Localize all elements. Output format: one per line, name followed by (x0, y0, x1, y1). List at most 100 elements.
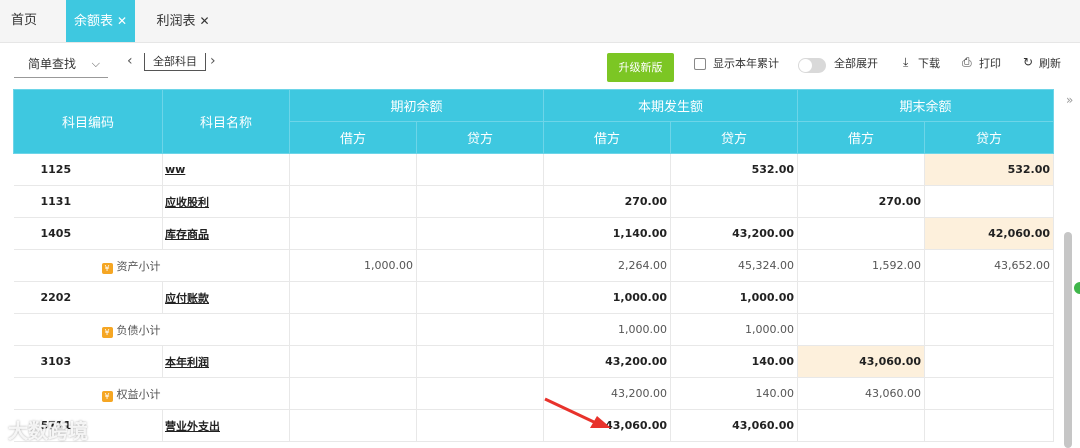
table-row: 1131 应收股利 270.00 270.00 (13, 185, 1055, 218)
col-header-name: 科目名称 (162, 89, 290, 154)
col-header-current-debit: 借方 (543, 121, 672, 154)
refresh-icon[interactable]: ↻ (1023, 55, 1033, 69)
print-button[interactable]: 打印 (979, 56, 1001, 72)
amount-cell-cc: 1,000.00 (670, 281, 799, 314)
table-header: 科目编码 科目名称 期初余额 本期发生额 期末余额 借方 贷方 借方 贷方 借方… (13, 89, 1055, 154)
subject-scope-select[interactable]: 全部科目 (144, 53, 206, 71)
subtotal-row: ¥ 资产小计 1,000.00 2,264.00 45,324.00 1,592.00 43… (13, 249, 1055, 282)
amount-cell-cd (543, 153, 672, 186)
col-header-closing-credit: 贷方 (924, 121, 1055, 154)
amount-cell-ec: 532.00 (924, 153, 1055, 186)
amount-cell-ed: 270.00 (797, 185, 926, 218)
amount-cell-oc (416, 217, 545, 250)
collapse-panel-icon[interactable]: » (1066, 93, 1073, 107)
table-row: 3103 本年利润 43,200.00 140.00 43,060.00 (13, 345, 1055, 378)
vertical-scrollbar[interactable] (1064, 232, 1072, 448)
amount-cell-ed: 43,060.00 (797, 345, 926, 378)
amount-cell-ed (797, 409, 926, 442)
amount-cell-ed (797, 153, 926, 186)
amount-cell-oc (416, 281, 545, 314)
account-name-link[interactable]: 库存商品 (162, 217, 290, 250)
col-header-current-credit: 贷方 (670, 121, 799, 154)
subtotal-row: ¥ 权益小计 43,200.00 140.00 43,060.00 (13, 377, 1055, 410)
search-mode-select[interactable]: 简单查找 ⌵ (14, 51, 108, 78)
tab-label: 利润表 (156, 14, 196, 29)
amount-cell-ec (924, 345, 1055, 378)
table-body: 1125 ww 532.00 532.00 1131 应收股利 270.00 270.00 14… (13, 153, 1055, 442)
table-row: 2202 应付账款 1,000.00 1,000.00 (13, 281, 1055, 314)
amount-cell-ec: 42,060.00 (924, 217, 1055, 250)
close-icon[interactable]: ✕ (117, 14, 127, 28)
tab-label: 首页 (10, 13, 37, 28)
amount-cell-od (289, 217, 417, 250)
table-row: 1405 库存商品 1,140.00 43,200.00 42,060.00 (13, 217, 1055, 250)
amount-cell-od: 1,000.00 (289, 249, 417, 282)
amount-cell-oc (416, 409, 545, 442)
subtotal-icon: ¥ (101, 262, 113, 274)
amount-cell-oc (416, 185, 545, 218)
prev-arrow-icon[interactable]: ‹ (127, 51, 133, 71)
subtotal-label: 资产小计 (116, 259, 161, 273)
amount-cell-cc: 43,060.00 (670, 409, 799, 442)
account-code: 2202 (13, 281, 163, 314)
tab-balance-sheet[interactable]: 余额表 ✕ (66, 0, 135, 42)
account-name-link[interactable]: 本年利润 (162, 345, 290, 378)
download-icon[interactable]: ⤓ (903, 55, 908, 70)
refresh-button[interactable]: 刷新 (1039, 56, 1061, 72)
amount-cell-cd: 43,200.00 (543, 377, 672, 410)
account-code: 3103 (13, 345, 163, 378)
amount-cell-cc: 45,324.00 (670, 249, 799, 282)
col-header-closing-debit: 借方 (797, 121, 926, 154)
balance-table-container: 科目编码 科目名称 期初余额 本期发生额 期末余额 借方 贷方 借方 贷方 借方… (13, 89, 1060, 448)
amount-cell-cd: 1,000.00 (543, 281, 672, 314)
tab-profit-statement[interactable]: 利润表 ✕ (148, 0, 218, 42)
amount-cell-cc (670, 185, 799, 218)
subject-scope-label: 全部科目 (153, 55, 197, 68)
amount-cell-oc (416, 345, 545, 378)
amount-cell-ed: 1,592.00 (797, 249, 926, 282)
search-mode-label: 简单查找 (28, 57, 77, 71)
subtotal-label: 权益小计 (116, 387, 161, 401)
tab-bar: 首页 余额表 ✕ 利润表 ✕ (0, 0, 1080, 43)
next-arrow-icon[interactable]: › (210, 51, 216, 71)
subtotal-icon: ¥ (101, 390, 113, 402)
amount-cell-oc (416, 377, 545, 410)
subtotal-icon: ¥ (101, 326, 113, 338)
account-name-link[interactable]: 应收股利 (162, 185, 290, 218)
col-header-opening-debit: 借方 (289, 121, 417, 154)
expand-all-toggle[interactable] (798, 58, 826, 73)
amount-cell-ec (924, 313, 1055, 346)
expand-all-label: 全部展开 (834, 57, 878, 70)
amount-cell-od (289, 409, 417, 442)
amount-cell-ec (924, 377, 1055, 410)
amount-cell-od (289, 281, 417, 314)
table-row: 1125 ww 532.00 532.00 (13, 153, 1055, 186)
amount-cell-ec (924, 185, 1055, 218)
amount-cell-ed (797, 281, 926, 314)
subtotal-label-cell: ¥ 负债小计 (13, 313, 290, 346)
side-widget-tab[interactable] (1074, 282, 1080, 294)
show-year-total-label: 显示本年累计 (713, 57, 779, 70)
account-name-link[interactable]: 营业外支出 (162, 409, 290, 442)
col-header-code: 科目编码 (13, 89, 163, 154)
watermark-logo: 大数跨境 (8, 415, 88, 444)
printer-icon[interactable]: ⎙ (962, 55, 972, 70)
close-icon[interactable]: ✕ (199, 14, 209, 28)
amount-cell-oc (416, 153, 545, 186)
account-name-link[interactable]: 应付账款 (162, 281, 290, 314)
amount-cell-ec (924, 409, 1055, 442)
amount-cell-cd: 43,200.00 (543, 345, 672, 378)
account-code: 1405 (13, 217, 163, 250)
account-code: 1131 (13, 185, 163, 218)
amount-cell-oc (416, 313, 545, 346)
account-name-link[interactable]: ww (162, 153, 290, 186)
amount-cell-cc: 532.00 (670, 153, 799, 186)
show-year-total-checkbox[interactable] (694, 58, 706, 70)
upgrade-button[interactable]: 升级新版 (607, 53, 674, 82)
chevron-down-icon: ⌵ (91, 57, 100, 70)
balance-table: 科目编码 科目名称 期初余额 本期发生额 期末余额 借方 贷方 借方 贷方 借方… (13, 89, 1055, 442)
tab-home[interactable]: 首页 (0, 0, 48, 42)
download-button[interactable]: 下载 (918, 56, 940, 72)
amount-cell-cd: 2,264.00 (543, 249, 672, 282)
amount-cell-cc: 140.00 (670, 377, 799, 410)
